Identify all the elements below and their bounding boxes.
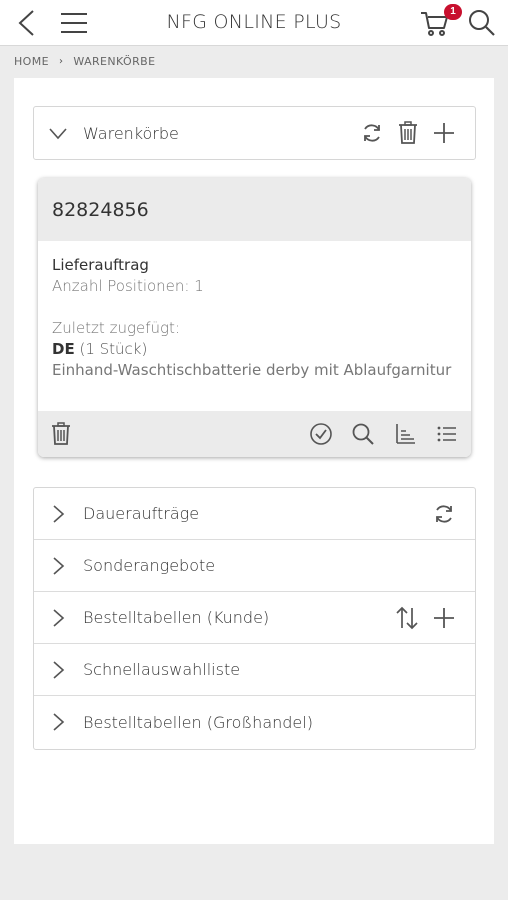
section-label: Bestelltabellen (Kunde) [83, 608, 270, 627]
chevron-right-icon[interactable] [48, 488, 68, 539]
section-sonderangebote[interactable]: Sonderangebote [34, 540, 475, 592]
trash-icon[interactable] [397, 121, 419, 145]
section-label: Bestelltabellen (Großhandel) [83, 712, 313, 732]
item-description: Einhand-Waschtischbatterie derby mit Abl… [52, 361, 452, 379]
section-bestelltabellen-grosshandel[interactable]: Bestelltabellen (Großhandel) [34, 696, 475, 748]
section-bestelltabellen-kunde[interactable]: Bestelltabellen (Kunde) [34, 592, 475, 644]
cart-card[interactable]: 82824856 Lieferauftrag Anzahl Positionen… [38, 178, 471, 457]
trash-icon[interactable] [50, 422, 72, 446]
chevron-right-icon[interactable] [48, 540, 68, 591]
chevron-right-icon[interactable] [48, 696, 68, 748]
list-icon[interactable] [435, 422, 459, 446]
warenkoerbe-section: Warenkörbe [33, 106, 476, 160]
warenkoerbe-header[interactable]: Warenkörbe [34, 107, 475, 159]
cart-positions: Anzahl Positionen: 1 [52, 277, 204, 295]
section-label: Daueraufträge [83, 504, 200, 523]
breadcrumb: HOME › WARENKÖRBE [14, 55, 155, 68]
warenkoerbe-label: Warenkörbe [83, 123, 179, 143]
cart-type: Lieferauftrag [52, 256, 149, 274]
breadcrumb-separator: › [58, 56, 64, 67]
section-dauerauftraege[interactable]: Daueraufträge [34, 488, 475, 540]
sections-list: Daueraufträge Sonderangebote Bestelltabe… [33, 487, 476, 750]
cart-count-badge: 1 [444, 4, 462, 20]
sort-arrows-icon[interactable] [395, 606, 419, 630]
item-code: DE [52, 340, 75, 358]
breadcrumb-current: WARENKÖRBE [73, 55, 156, 68]
chevron-right-icon[interactable] [48, 592, 68, 643]
refresh-icon[interactable] [361, 122, 383, 144]
top-bar: NFG ONLINE PLUS 1 [0, 0, 508, 46]
sort-icon[interactable] [393, 422, 417, 446]
search-icon[interactable] [351, 422, 375, 446]
section-label: Sonderangebote [83, 556, 216, 575]
plus-icon[interactable] [433, 122, 455, 144]
breadcrumb-home[interactable]: HOME [14, 55, 49, 68]
chevron-right-icon[interactable] [48, 644, 68, 695]
search-icon[interactable] [466, 7, 498, 39]
section-schnellauswahlliste[interactable]: Schnellauswahlliste [34, 644, 475, 696]
section-label: Schnellauswahlliste [83, 660, 241, 679]
plus-icon[interactable] [433, 607, 455, 629]
check-circle-icon[interactable] [309, 422, 333, 446]
refresh-icon[interactable] [433, 503, 455, 525]
cart-number: 82824856 [38, 178, 471, 241]
last-added-label: Zuletzt zugefügt: [52, 319, 180, 337]
chevron-down-icon[interactable] [48, 107, 68, 159]
cart-card-footer [38, 411, 471, 457]
item-qty: (1 Stück) [74, 340, 148, 358]
